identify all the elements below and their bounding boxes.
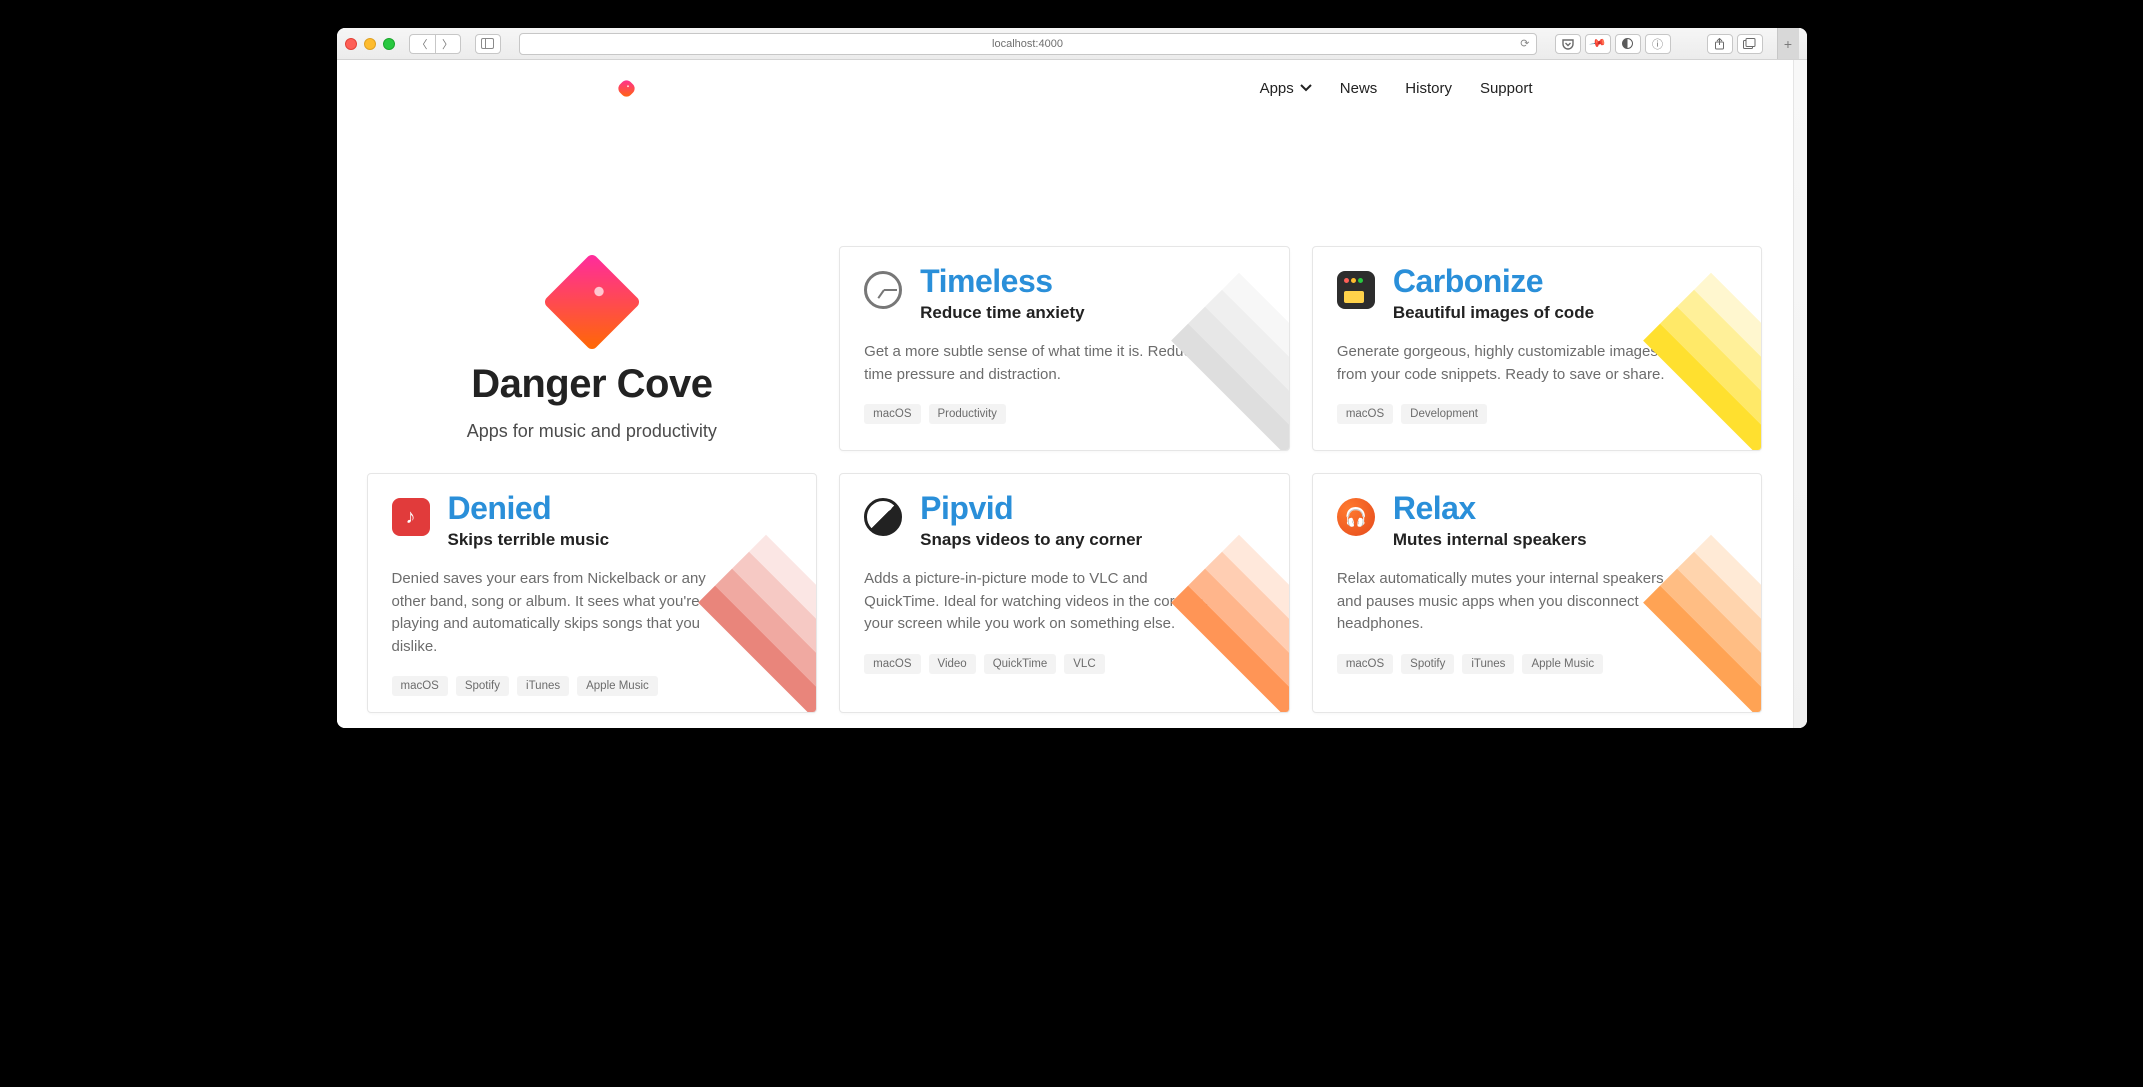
tag[interactable]: iTunes xyxy=(517,676,569,696)
site-nav: Apps News History Support xyxy=(1260,80,1533,97)
half-circle-icon xyxy=(1622,38,1633,49)
chevron-down-icon xyxy=(1300,84,1312,92)
browser-window: 〈 〉 localhost:4000 ⟳ 📌 ⓘ + xyxy=(337,28,1807,728)
window-close-button[interactable] xyxy=(345,38,357,50)
clock-icon xyxy=(864,271,902,309)
diamond-logo-icon xyxy=(542,252,641,351)
nav-news-label: News xyxy=(1340,80,1378,97)
tag[interactable]: Productivity xyxy=(929,404,1006,424)
nav-history-label: History xyxy=(1405,80,1452,97)
toolbar-right: 📌 ⓘ xyxy=(1555,34,1671,54)
card-subtitle: Mutes internal speakers xyxy=(1393,530,1587,550)
pin-icon: 📌 xyxy=(1588,34,1607,53)
pin-button[interactable]: 📌 xyxy=(1585,34,1611,54)
tag[interactable]: macOS xyxy=(864,404,920,424)
sidebar-icon xyxy=(481,38,494,49)
forward-button[interactable]: 〉 xyxy=(435,34,461,54)
tag[interactable]: macOS xyxy=(1337,654,1393,674)
logo-small[interactable] xyxy=(617,78,637,98)
hero-tagline: Apps for music and productivity xyxy=(467,421,717,442)
browser-chrome: 〈 〉 localhost:4000 ⟳ 📌 ⓘ + xyxy=(337,28,1807,60)
pip-icon xyxy=(864,498,902,536)
card-subtitle: Reduce time anxiety xyxy=(920,303,1084,323)
nav-buttons: 〈 〉 xyxy=(409,34,461,54)
share-button[interactable] xyxy=(1707,34,1733,54)
tag[interactable]: Spotify xyxy=(1401,654,1454,674)
nav-apps[interactable]: Apps xyxy=(1260,80,1312,97)
tag[interactable]: Video xyxy=(929,654,976,674)
card-description: Denied saves your ears from Nickelback o… xyxy=(392,568,745,658)
reload-icon[interactable]: ⟳ xyxy=(1520,37,1529,50)
window-minimize-button[interactable] xyxy=(364,38,376,50)
card-tags: macOS Spotify iTunes Apple Music xyxy=(1337,654,1738,674)
card-tags: macOS Productivity xyxy=(864,404,1265,424)
hero: Danger Cove Apps for music and productiv… xyxy=(367,246,818,451)
tag[interactable]: Spotify xyxy=(456,676,509,696)
tag[interactable]: QuickTime xyxy=(984,654,1057,674)
card-carbonize[interactable]: Carbonize Beautiful images of code Gener… xyxy=(1312,246,1763,451)
url-text: localhost:4000 xyxy=(992,38,1063,50)
sidebar-toggle-button[interactable] xyxy=(475,34,501,54)
back-button[interactable]: 〈 xyxy=(409,34,435,54)
share-icon xyxy=(1714,38,1725,50)
card-description: Generate gorgeous, highly customizable i… xyxy=(1337,341,1690,386)
nav-support-label: Support xyxy=(1480,80,1533,97)
music-block-icon xyxy=(392,498,430,536)
window-zoom-button[interactable] xyxy=(383,38,395,50)
app-grid: Danger Cove Apps for music and productiv… xyxy=(367,246,1763,713)
new-tab-button[interactable]: + xyxy=(1777,28,1799,59)
site-header: Apps News History Support xyxy=(361,60,1769,116)
card-denied[interactable]: Denied Skips terrible music Denied saves… xyxy=(367,473,818,713)
card-pipvid[interactable]: Pipvid Snaps videos to any corner Adds a… xyxy=(839,473,1290,713)
card-description: Get a more subtle sense of what time it … xyxy=(864,341,1217,386)
card-title: Carbonize xyxy=(1393,265,1594,297)
page: Apps News History Support Danger Cove xyxy=(337,60,1793,728)
tag[interactable]: macOS xyxy=(1337,404,1393,424)
reader-button[interactable] xyxy=(1615,34,1641,54)
card-timeless[interactable]: Timeless Reduce time anxiety Get a more … xyxy=(839,246,1290,451)
code-window-icon xyxy=(1337,271,1375,309)
viewport: Apps News History Support Danger Cove xyxy=(337,60,1807,728)
pocket-button[interactable] xyxy=(1555,34,1581,54)
nav-history[interactable]: History xyxy=(1405,80,1452,97)
tabs-button[interactable] xyxy=(1737,34,1763,54)
headphones-icon xyxy=(1337,498,1375,536)
nav-news[interactable]: News xyxy=(1340,80,1378,97)
card-subtitle: Beautiful images of code xyxy=(1393,303,1594,323)
card-title: Denied xyxy=(448,492,610,524)
toolbar-far-right xyxy=(1707,34,1763,54)
card-title: Pipvid xyxy=(920,492,1142,524)
logo-large xyxy=(546,256,638,348)
card-tags: macOS Video QuickTime VLC xyxy=(864,654,1265,674)
tag[interactable]: Development xyxy=(1401,404,1487,424)
card-description: Adds a picture-in-picture mode to VLC an… xyxy=(864,568,1217,636)
hero-title: Danger Cove xyxy=(471,362,712,407)
tag[interactable]: macOS xyxy=(864,654,920,674)
privacy-icon: ⓘ xyxy=(1652,36,1663,52)
privacy-button[interactable]: ⓘ xyxy=(1645,34,1671,54)
nav-support[interactable]: Support xyxy=(1480,80,1533,97)
pocket-icon xyxy=(1562,38,1574,50)
traffic-lights xyxy=(345,38,395,50)
card-tags: macOS Development xyxy=(1337,404,1738,424)
tag[interactable]: macOS xyxy=(392,676,448,696)
nav-apps-label: Apps xyxy=(1260,80,1294,97)
card-title: Relax xyxy=(1393,492,1587,524)
tabs-icon xyxy=(1743,38,1756,49)
card-description: Relax automatically mutes your internal … xyxy=(1337,568,1690,636)
diamond-logo-icon xyxy=(616,77,637,98)
tag[interactable]: Apple Music xyxy=(577,676,658,696)
tag[interactable]: Apple Music xyxy=(1522,654,1603,674)
card-relax[interactable]: Relax Mutes internal speakers Relax auto… xyxy=(1312,473,1763,713)
tag[interactable]: iTunes xyxy=(1462,654,1514,674)
scrollbar[interactable] xyxy=(1793,60,1807,728)
card-title: Timeless xyxy=(920,265,1084,297)
card-subtitle: Snaps videos to any corner xyxy=(920,530,1142,550)
tag[interactable]: VLC xyxy=(1064,654,1104,674)
card-subtitle: Skips terrible music xyxy=(448,530,610,550)
url-bar[interactable]: localhost:4000 ⟳ xyxy=(519,33,1537,55)
card-tags: macOS Spotify iTunes Apple Music xyxy=(392,676,793,696)
